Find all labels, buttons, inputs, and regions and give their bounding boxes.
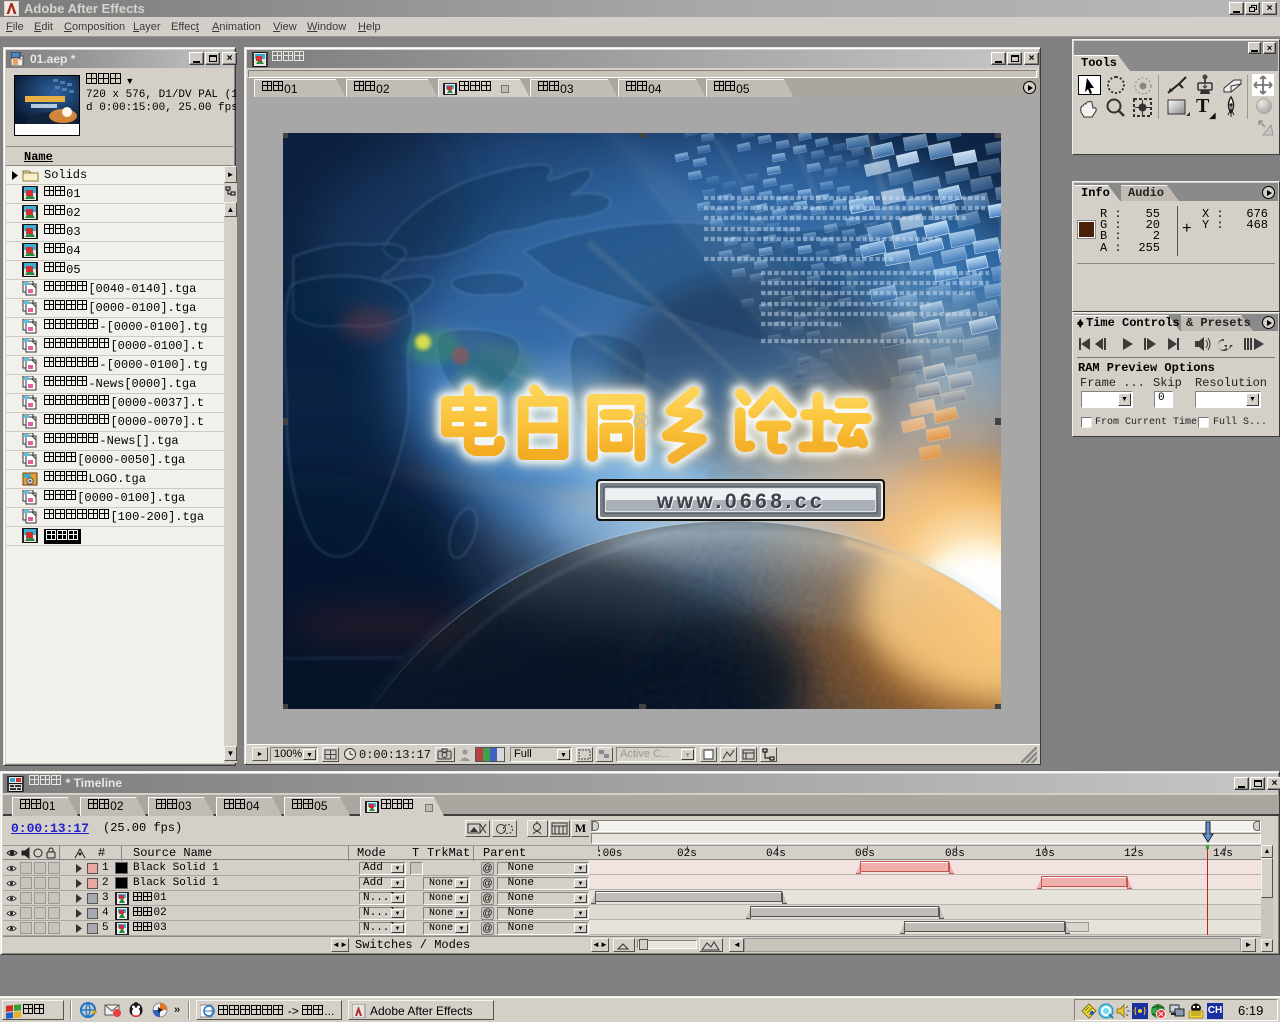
svg-text:www.0668.cc: www.0668.cc: [656, 490, 825, 513]
